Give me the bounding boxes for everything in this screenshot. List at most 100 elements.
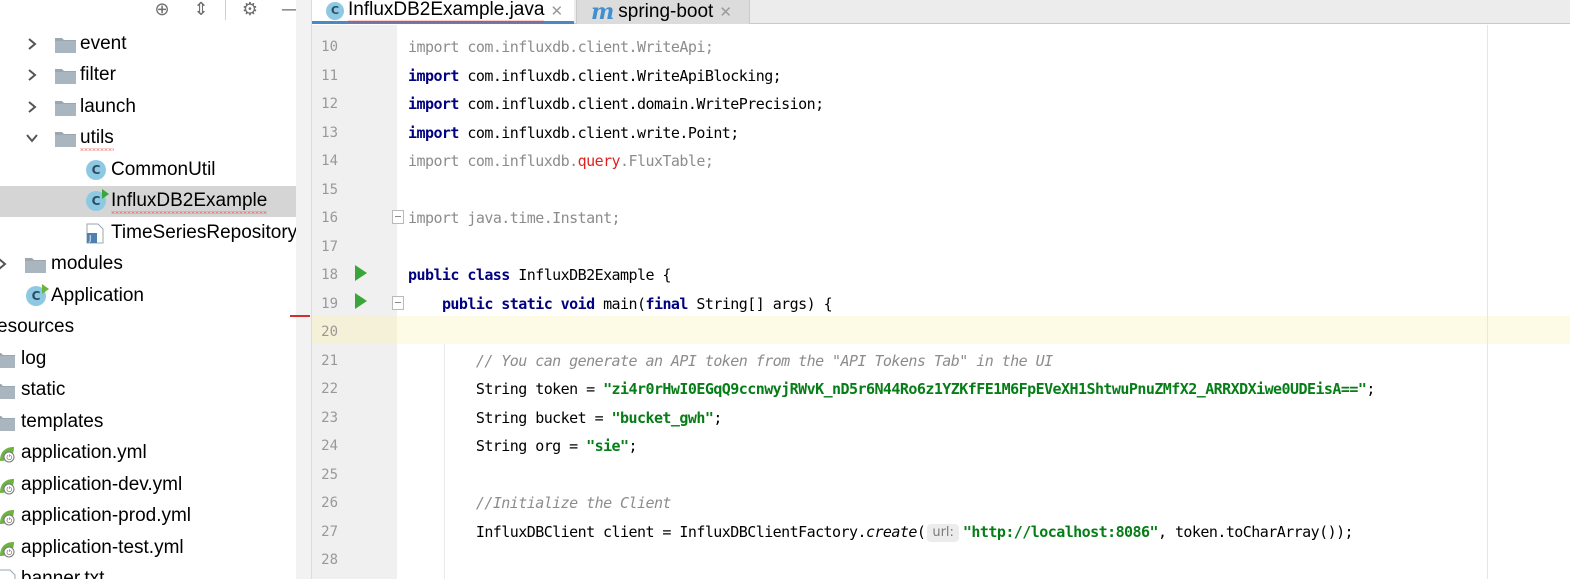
code-line[interactable]: 12 import com.influxdb.client.domain.Writ… bbox=[312, 90, 1570, 118]
tree-item-timeseriesrepository[interactable]: J TimeSeriesRepository.ja bbox=[0, 218, 296, 249]
code-line[interactable]: 26 //Initialize the Client bbox=[312, 489, 1570, 517]
tree-item-application[interactable]: C Application bbox=[0, 281, 296, 312]
fold-method-icon[interactable] bbox=[392, 296, 404, 310]
tree-item-static[interactable]: static bbox=[0, 375, 296, 406]
code-token: "bucket_gwh" bbox=[611, 408, 714, 427]
tree-item-label: banner.txt bbox=[21, 568, 105, 579]
code-line[interactable]: 19 public static void main(final String[… bbox=[312, 290, 1570, 318]
code-token: "http://localhost:8086" bbox=[962, 522, 1159, 541]
code-line[interactable]: 23 String bucket = "bucket_gwh"; bbox=[312, 404, 1570, 432]
folder-icon bbox=[55, 69, 76, 84]
code-token: import bbox=[408, 66, 459, 85]
code-token: String token = bbox=[408, 380, 604, 398]
code-line[interactable]: 17 bbox=[312, 233, 1570, 261]
tree-item-resources[interactable]: esources bbox=[0, 312, 296, 343]
code-token: import bbox=[408, 123, 459, 142]
code-line[interactable]: 20 bbox=[312, 318, 1570, 346]
tab-spring-boot[interactable]: m spring-boot ✕ bbox=[576, 0, 750, 25]
chevron-right-icon[interactable] bbox=[24, 67, 40, 83]
code-token: "sie" bbox=[586, 437, 629, 455]
line-number: 21 bbox=[321, 352, 338, 369]
code-line[interactable]: 28 bbox=[312, 546, 1570, 574]
code-line[interactable]: 13 import com.influxdb.client.write.Point… bbox=[312, 119, 1570, 147]
code-text: import java.time.Instant; bbox=[408, 204, 621, 232]
chevron-down-icon[interactable] bbox=[24, 130, 40, 146]
project-toolbar: ⊕ ⇕ ⚙ — bbox=[0, 0, 296, 24]
line-number: 20 bbox=[321, 324, 338, 340]
code-token: String bucket = bbox=[408, 408, 612, 427]
folder-icon bbox=[55, 38, 76, 53]
tree-item-application-test-yml[interactable]: ⏻ application-test.yml bbox=[0, 533, 296, 564]
code-text: //Initialize the Client bbox=[408, 489, 672, 517]
spring-config-icon: ⏻ bbox=[0, 479, 15, 495]
code-editor[interactable]: 10 import com.influxdb.client.WriteApi; 11… bbox=[312, 25, 1570, 579]
line-number: 19 bbox=[321, 295, 338, 312]
code-line[interactable]: 27 InfluxDBClient client = InfluxDBClien… bbox=[312, 518, 1570, 546]
tree-item-label: application.yml bbox=[21, 442, 147, 463]
close-icon[interactable]: ✕ bbox=[550, 2, 563, 20]
tree-item-modules[interactable]: modules bbox=[0, 249, 296, 280]
code-line[interactable]: 10 import com.influxdb.client.WriteApi; bbox=[312, 33, 1570, 61]
code-line[interactable]: 16 import java.time.Instant; bbox=[312, 204, 1570, 232]
code-line[interactable]: 15 bbox=[312, 176, 1570, 204]
code-token: main( bbox=[594, 294, 646, 313]
code-token: com.influxdb.client.write.Point; bbox=[458, 123, 739, 142]
line-number: 28 bbox=[321, 552, 338, 568]
pane-splitter[interactable] bbox=[296, 0, 312, 579]
tab-influxdb2example[interactable]: C InfluxDB2Example.java ✕ bbox=[312, 0, 574, 24]
locate-icon[interactable]: ⊕ bbox=[150, 0, 174, 20]
line-number: 22 bbox=[321, 381, 338, 397]
tree-item-label: TimeSeriesRepository.ja bbox=[111, 222, 296, 243]
tree-item-templates[interactable]: templates bbox=[0, 407, 296, 438]
line-number: 27 bbox=[321, 523, 338, 540]
tree-item-banner-txt[interactable]: banner.txt bbox=[0, 564, 296, 579]
code-text: String bucket = "bucket_gwh"; bbox=[408, 404, 723, 432]
tree-item-filter[interactable]: filter bbox=[0, 60, 296, 91]
chevron-right-icon[interactable] bbox=[24, 36, 40, 52]
tree-item-launch[interactable]: launch bbox=[0, 92, 296, 123]
tree-item-label: modules bbox=[51, 253, 123, 274]
code-line[interactable]: 24 String org = "sie"; bbox=[312, 432, 1570, 460]
code-line[interactable]: 21 // You can generate an API token from… bbox=[312, 347, 1570, 375]
close-icon[interactable]: ✕ bbox=[719, 3, 732, 21]
settings-icon[interactable]: ⚙ bbox=[238, 0, 262, 20]
tree-item-log[interactable]: log bbox=[0, 344, 296, 375]
tree-item-application-prod-yml[interactable]: ⏻ application-prod.yml bbox=[0, 501, 296, 532]
toolbar-divider bbox=[225, 0, 226, 20]
tree-item-application-dev-yml[interactable]: ⏻ application-dev.yml bbox=[0, 470, 296, 501]
code-line[interactable]: 14 import com.influxdb.query.FluxTable; bbox=[312, 147, 1570, 175]
code-token: InfluxDB2Example { bbox=[509, 266, 671, 284]
run-main-icon[interactable] bbox=[355, 293, 367, 309]
tree-item-label: static bbox=[21, 379, 66, 400]
chevron-right-icon[interactable] bbox=[24, 99, 40, 115]
line-number: 16 bbox=[321, 210, 338, 226]
code-line[interactable]: 25 bbox=[312, 461, 1570, 489]
fold-imports-icon[interactable] bbox=[392, 210, 404, 224]
collapse-all-icon[interactable]: ⇕ bbox=[189, 0, 213, 20]
chevron-right-icon[interactable] bbox=[0, 256, 10, 272]
code-text: import com.influxdb.client.WriteApi; bbox=[408, 33, 714, 61]
tree-item-commonutil[interactable]: C CommonUtil bbox=[0, 155, 296, 186]
code-token: "zi4r0rHwI0EGqQ9ccnwyjRWvK_nD5r6N44Ro6z1… bbox=[603, 380, 1367, 398]
class-icon: C bbox=[326, 1, 344, 20]
code-line[interactable]: 11 import com.influxdb.client.WriteApiBlo… bbox=[312, 62, 1570, 90]
run-class-icon[interactable] bbox=[355, 265, 367, 281]
code-text: String token = "zi4r0rHwI0EGqQ9ccnwyjRWv… bbox=[408, 375, 1376, 403]
code-token: ; bbox=[1366, 380, 1375, 398]
tree-item-application-yml[interactable]: ⏻ application.yml bbox=[0, 438, 296, 469]
maven-icon: m bbox=[591, 0, 615, 25]
code-line[interactable]: 22 String token = "zi4r0rHwI0EGqQ9ccnwyj… bbox=[312, 375, 1570, 403]
hide-icon[interactable]: — bbox=[278, 0, 296, 20]
code-token: ( bbox=[916, 522, 926, 541]
tree-item-influxdb2example[interactable]: C InfluxDB2Example bbox=[0, 186, 296, 217]
code-line[interactable]: 18 public class InfluxDB2Example { bbox=[312, 261, 1570, 289]
code-token: public class bbox=[408, 266, 510, 284]
line-number: 17 bbox=[321, 238, 338, 255]
tree-item-event[interactable]: event bbox=[0, 29, 296, 60]
project-tool-window: ⊕ ⇕ ⚙ — event filter launch utils bbox=[0, 0, 296, 579]
tree-item-utils[interactable]: utils bbox=[0, 123, 296, 154]
folder-icon bbox=[0, 416, 15, 431]
line-number: 24 bbox=[321, 438, 338, 454]
text-file-icon bbox=[0, 569, 16, 579]
